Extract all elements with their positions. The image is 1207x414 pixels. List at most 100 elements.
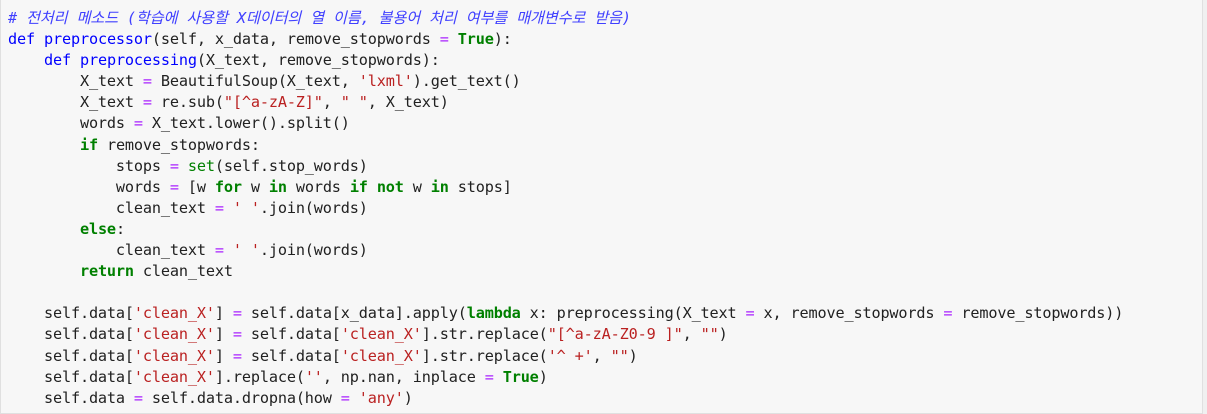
vertical-scrollbar[interactable] bbox=[1203, 0, 1207, 414]
code-token: w bbox=[403, 177, 431, 196]
code-token: preprocessor bbox=[43, 30, 152, 49]
code-line: self.data['clean_X'] = self.data[x_data]… bbox=[8, 303, 1123, 324]
code-line: if remove_stopwords: bbox=[8, 135, 1123, 156]
code-token: ].str.replace( bbox=[421, 325, 548, 344]
code-token: = bbox=[745, 304, 755, 323]
code-token: = bbox=[232, 346, 242, 365]
code-token: words bbox=[8, 177, 170, 196]
code-token: ) bbox=[538, 367, 548, 386]
code-token: not bbox=[376, 177, 404, 196]
code-token: = bbox=[439, 30, 449, 49]
code-line: self.data['clean_X'].replace('', np.nan,… bbox=[8, 367, 1123, 388]
code-token: : bbox=[115, 219, 125, 238]
code-token: clean_text bbox=[8, 241, 215, 260]
code-token: self.data.dropna(how bbox=[142, 388, 341, 407]
code-token: " " bbox=[340, 93, 368, 112]
code-token: = bbox=[142, 72, 152, 91]
code-token: in bbox=[268, 177, 287, 196]
code-token: "" bbox=[610, 346, 629, 365]
code-token: words bbox=[8, 114, 134, 133]
code-token: '^ +' bbox=[547, 346, 593, 365]
code-token: = bbox=[214, 198, 224, 217]
code-token: self.data[x_data].apply( bbox=[241, 304, 467, 323]
code-token: = bbox=[340, 388, 350, 407]
code-token: = bbox=[169, 177, 179, 196]
code-token: re.sub( bbox=[151, 93, 224, 112]
code-token: = bbox=[214, 241, 224, 260]
code-token: , bbox=[682, 325, 701, 344]
code-token: 'clean_X' bbox=[133, 304, 215, 323]
code-token: remove_stopwords)) bbox=[952, 304, 1124, 323]
code-token: ' ' bbox=[232, 241, 260, 260]
code-token: True bbox=[502, 367, 539, 386]
code-token: ].replace( bbox=[214, 367, 305, 386]
code-token: x: preprocessing(X_text bbox=[520, 304, 746, 323]
code-token: def bbox=[43, 51, 71, 70]
code-token: "" bbox=[700, 325, 719, 344]
code-token: ) bbox=[628, 346, 638, 365]
code-token: x, remove_stopwords bbox=[754, 304, 944, 323]
code-token: return bbox=[79, 262, 134, 281]
code-token: = bbox=[142, 93, 152, 112]
code-token: # 전처리 메소드 (학습에 사용할 X데이터의 열 이름, 불용어 처리 여부… bbox=[8, 9, 631, 27]
code-editor[interactable]: # 전처리 메소드 (학습에 사용할 X데이터의 열 이름, 불용어 처리 여부… bbox=[8, 8, 1123, 409]
code-token: , np.nan, inplace bbox=[322, 367, 485, 386]
code-token: self.data[ bbox=[8, 346, 134, 365]
code-token: ) bbox=[718, 325, 728, 344]
code-token: self.data[ bbox=[241, 325, 341, 344]
code-token: self.data[ bbox=[241, 346, 341, 365]
code-token: = bbox=[133, 388, 143, 407]
code-token: , bbox=[592, 346, 611, 365]
code-token: ] bbox=[214, 325, 233, 344]
code-token: X_text bbox=[8, 72, 143, 91]
code-token: ' ' bbox=[232, 198, 260, 217]
code-token: [w bbox=[178, 177, 215, 196]
code-token: ).get_text() bbox=[412, 72, 521, 91]
code-token: X_text.lower().split() bbox=[142, 114, 350, 133]
code-line: return clean_text bbox=[8, 261, 1123, 282]
code-token: if bbox=[79, 135, 98, 154]
code-token: words bbox=[286, 177, 350, 196]
code-line: self.data = self.data.dropna(how = 'any'… bbox=[8, 388, 1123, 409]
code-token: if bbox=[349, 177, 368, 196]
code-token: (self, x_data, remove_stopwords bbox=[151, 30, 440, 49]
code-token: in bbox=[430, 177, 449, 196]
code-token: for bbox=[214, 177, 242, 196]
code-line: def preprocessor(self, x_data, remove_st… bbox=[8, 29, 1123, 50]
code-cell[interactable]: # 전처리 메소드 (학습에 사용할 X데이터의 열 이름, 불용어 처리 여부… bbox=[0, 0, 1207, 414]
code-token: , bbox=[322, 93, 341, 112]
code-token: stops] bbox=[448, 177, 512, 196]
code-line: X_text = re.sub("[^a-zA-Z]", " ", X_text… bbox=[8, 92, 1123, 113]
code-line: clean_text = ' '.join(words) bbox=[8, 198, 1123, 219]
code-token: self.data[ bbox=[8, 367, 134, 386]
code-token: = bbox=[133, 114, 143, 133]
code-token: "[^a-zA-Z0-9 ]" bbox=[547, 325, 683, 344]
code-token: .join(words) bbox=[259, 198, 368, 217]
code-token: (X_text, remove_stopwords): bbox=[196, 51, 440, 70]
code-token: def bbox=[8, 30, 35, 49]
code-token: BeautifulSoup(X_text, bbox=[151, 72, 359, 91]
code-line: clean_text = ' '.join(words) bbox=[8, 240, 1123, 261]
code-token: self.data bbox=[8, 388, 134, 407]
code-token: lambda bbox=[466, 304, 521, 323]
code-token: X_text bbox=[8, 93, 143, 112]
code-line: X_text = BeautifulSoup(X_text, 'lxml').g… bbox=[8, 71, 1123, 92]
code-token: self.data[ bbox=[8, 304, 134, 323]
code-token: preprocessing bbox=[79, 51, 197, 70]
code-token: 'clean_X' bbox=[133, 367, 215, 386]
code-line: self.data['clean_X'] = self.data['clean_… bbox=[8, 346, 1123, 367]
code-token: 'clean_X' bbox=[340, 346, 422, 365]
code-token: 'any' bbox=[358, 388, 404, 407]
code-token: = bbox=[232, 325, 242, 344]
code-token: ] bbox=[214, 304, 233, 323]
